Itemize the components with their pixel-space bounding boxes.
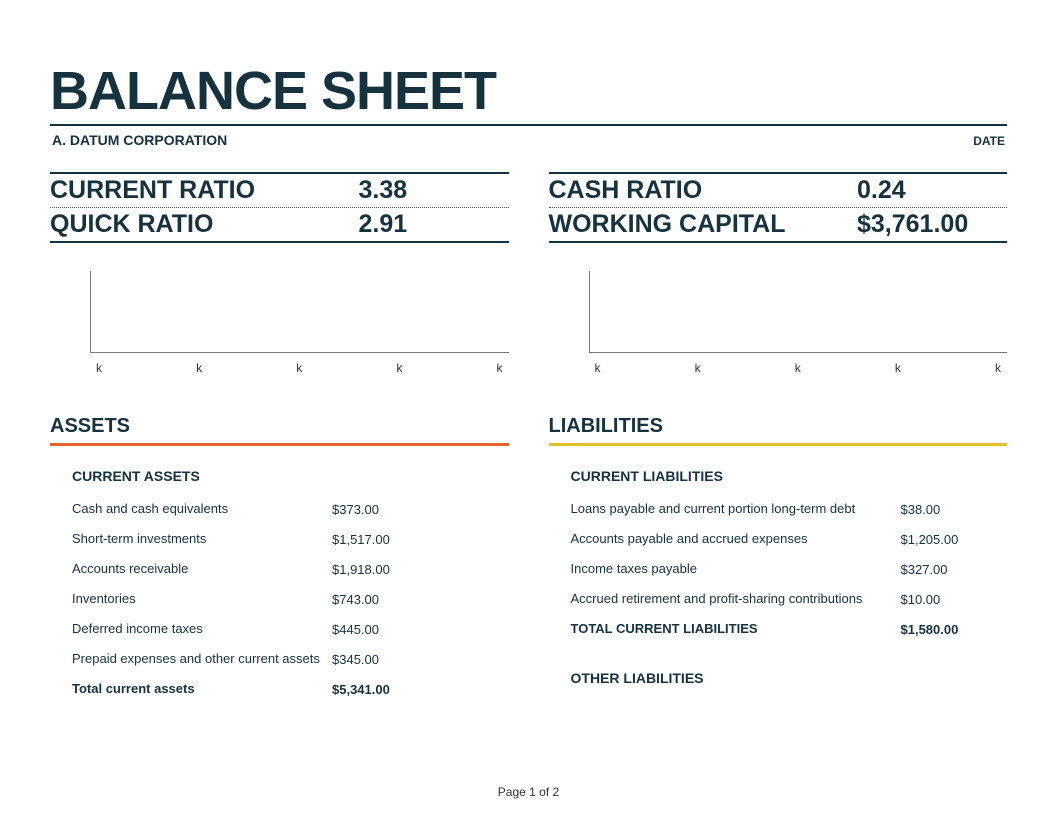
ratio-value: 2.91 <box>359 210 509 239</box>
row-label: Accrued retirement and profit-sharing co… <box>571 591 901 607</box>
ratio-value: $3,761.00 <box>857 210 1007 239</box>
subheader: A. DATUM CORPORATION DATE <box>50 126 1007 172</box>
chart-axis-x <box>589 352 1008 353</box>
row-label: Loans payable and current portion long-t… <box>571 501 901 517</box>
table-row: Cash and cash equivalents $373.00 <box>72 494 509 524</box>
ratio-label: CASH RATIO <box>549 176 703 205</box>
ratio-value: 0.24 <box>857 176 1007 205</box>
ratio-value: 3.38 <box>359 176 509 205</box>
section-assets: ASSETS CURRENT ASSETS Cash and cash equi… <box>50 415 509 704</box>
row-value: $5,341.00 <box>332 682 432 697</box>
table-row-total: TOTAL CURRENT LIABILITIES $1,580.00 <box>571 614 1008 644</box>
row-label: Accounts payable and accrued expenses <box>571 531 901 547</box>
chart-ticks: k k k k k <box>589 361 1008 375</box>
row-value: $445.00 <box>332 622 432 637</box>
chart-assets: k k k k k <box>50 271 509 381</box>
charts-row: k k k k k k k k k k <box>50 271 1007 381</box>
tick-label: k <box>196 361 202 375</box>
table-row: Accrued retirement and profit-sharing co… <box>571 584 1008 614</box>
current-liabilities-rows: Loans payable and current portion long-t… <box>549 494 1008 644</box>
section-header-assets: ASSETS <box>50 415 509 446</box>
page-title: BALANCE SHEET <box>50 60 1007 126</box>
row-label: Inventories <box>72 591 332 607</box>
row-value: $1,517.00 <box>332 532 432 547</box>
tick-label: k <box>396 361 402 375</box>
row-label: Cash and cash equivalents <box>72 501 332 517</box>
tick-label: k <box>895 361 901 375</box>
ratio-row: QUICK RATIO 2.91 <box>50 208 509 241</box>
row-value: $1,205.00 <box>901 532 1001 547</box>
row-label: Short-term investments <box>72 531 332 547</box>
subsection-title-current-liabilities: CURRENT LIABILITIES <box>549 468 1008 484</box>
tick-label: k <box>296 361 302 375</box>
table-row: Prepaid expenses and other current asset… <box>72 644 509 674</box>
ratio-cards: CURRENT RATIO 3.38 QUICK RATIO 2.91 CASH… <box>50 172 1007 243</box>
chart-axis-x <box>90 352 509 353</box>
row-value: $1,918.00 <box>332 562 432 577</box>
current-assets-rows: Cash and cash equivalents $373.00 Short-… <box>50 494 509 704</box>
tick-label: k <box>595 361 601 375</box>
row-label: Total current assets <box>72 681 332 697</box>
chart-liabilities: k k k k k <box>549 271 1008 381</box>
row-value: $373.00 <box>332 502 432 517</box>
table-row: Accounts receivable $1,918.00 <box>72 554 509 584</box>
row-value: $10.00 <box>901 592 1001 607</box>
tick-label: k <box>96 361 102 375</box>
ratio-column-right: CASH RATIO 0.24 WORKING CAPITAL $3,761.0… <box>549 172 1008 243</box>
tick-label: k <box>995 361 1001 375</box>
ratio-label: QUICK RATIO <box>50 210 213 239</box>
row-label: TOTAL CURRENT LIABILITIES <box>571 621 901 637</box>
table-row: Inventories $743.00 <box>72 584 509 614</box>
chart-axis-y <box>90 271 91 353</box>
sections-row: ASSETS CURRENT ASSETS Cash and cash equi… <box>50 415 1007 704</box>
row-value: $743.00 <box>332 592 432 607</box>
table-row: Loans payable and current portion long-t… <box>571 494 1008 524</box>
ratio-column-left: CURRENT RATIO 3.38 QUICK RATIO 2.91 <box>50 172 509 243</box>
row-label: Income taxes payable <box>571 561 901 577</box>
tick-label: k <box>497 361 503 375</box>
ratio-label: WORKING CAPITAL <box>549 210 786 239</box>
ratio-row: CURRENT RATIO 3.38 <box>50 174 509 208</box>
table-row: Accounts payable and accrued expenses $1… <box>571 524 1008 554</box>
table-row: Income taxes payable $327.00 <box>571 554 1008 584</box>
row-value: $38.00 <box>901 502 1001 517</box>
table-row: Deferred income taxes $445.00 <box>72 614 509 644</box>
tick-label: k <box>695 361 701 375</box>
page-footer: Page 1 of 2 <box>0 785 1057 799</box>
company-name: A. DATUM CORPORATION <box>52 132 227 148</box>
ratio-label: CURRENT RATIO <box>50 176 255 205</box>
row-value: $327.00 <box>901 562 1001 577</box>
tick-label: k <box>795 361 801 375</box>
ratio-row: WORKING CAPITAL $3,761.00 <box>549 208 1008 241</box>
date-label: DATE <box>973 134 1005 148</box>
ratio-row: CASH RATIO 0.24 <box>549 174 1008 208</box>
row-label: Prepaid expenses and other current asset… <box>72 651 332 667</box>
section-liabilities: LIABILITIES CURRENT LIABILITIES Loans pa… <box>549 415 1008 704</box>
table-row-total: Total current assets $5,341.00 <box>72 674 509 704</box>
table-row: Short-term investments $1,517.00 <box>72 524 509 554</box>
subsection-title-current-assets: CURRENT ASSETS <box>50 468 509 484</box>
subsection-title-other-liabilities: OTHER LIABILITIES <box>549 670 1008 686</box>
row-label: Accounts receivable <box>72 561 332 577</box>
section-header-liabilities: LIABILITIES <box>549 415 1008 446</box>
row-label: Deferred income taxes <box>72 621 332 637</box>
row-value: $1,580.00 <box>901 622 1001 637</box>
chart-ticks: k k k k k <box>90 361 509 375</box>
row-value: $345.00 <box>332 652 432 667</box>
chart-axis-y <box>589 271 590 353</box>
